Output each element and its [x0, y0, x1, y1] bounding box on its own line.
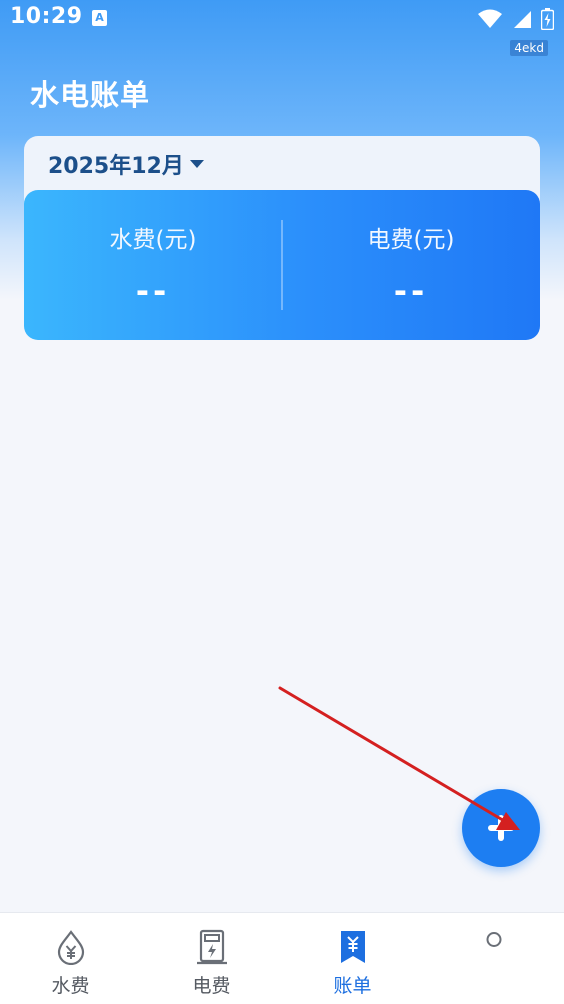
fee-panel: 水费(元) -- 电费(元) --	[24, 190, 540, 340]
wifi-icon	[477, 9, 502, 28]
status-time: 10:29	[10, 4, 83, 29]
nav-item-electric[interactable]: 电费	[141, 913, 282, 1004]
bill-bookmark-icon	[340, 931, 365, 963]
water-fee-value: --	[135, 272, 171, 310]
bottom-nav: 水费 电费 账单	[0, 912, 564, 1004]
caret-down-icon	[189, 160, 204, 168]
electric-fee-label: 电费(元)	[367, 227, 455, 253]
notification-icon: A	[92, 10, 107, 26]
status-bar: 10:29 A	[0, 0, 564, 40]
plus-icon	[488, 815, 514, 841]
status-icons	[473, 8, 554, 30]
water-drop-yuan-icon	[57, 930, 84, 965]
summary-card: 2025年12月 水费(元) -- 电费(元) --	[24, 136, 540, 340]
electric-fee-summary: 电费(元) --	[282, 190, 540, 340]
nav-label-electric: 电费	[192, 975, 231, 997]
battery-icon	[541, 8, 554, 30]
cell-signal-icon	[513, 11, 531, 28]
debug-tag: 4ekd	[510, 40, 548, 56]
water-fee-summary: 水费(元) --	[24, 190, 282, 340]
electric-meter-icon	[196, 929, 227, 965]
page-title: 水电账单	[30, 78, 151, 112]
nav-label-water: 水费	[51, 975, 90, 997]
month-selector[interactable]: 2025年12月	[48, 148, 204, 180]
add-bill-button[interactable]	[462, 789, 540, 867]
nav-item-water[interactable]: 水费	[0, 913, 141, 1004]
month-label: 2025年12月	[48, 154, 184, 179]
nav-item-more[interactable]	[423, 913, 564, 1004]
circle-dot-icon	[486, 932, 501, 947]
electric-fee-value: --	[393, 272, 429, 310]
nav-label-bill: 账单	[333, 975, 372, 997]
nav-item-bill[interactable]: 账单	[282, 913, 423, 1004]
water-fee-label: 水费(元)	[109, 227, 197, 253]
